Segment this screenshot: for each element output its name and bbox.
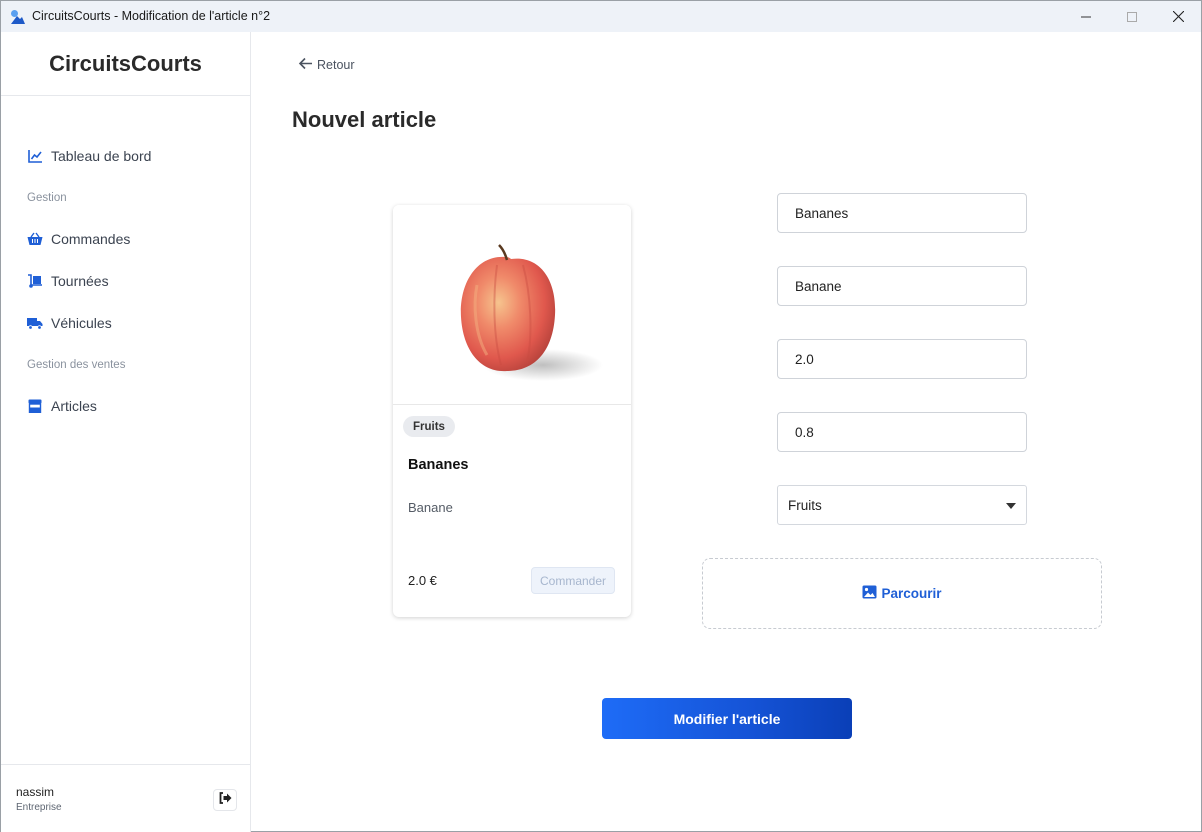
category-select[interactable]: Fruits [777, 485, 1027, 525]
sign-out-icon [219, 791, 232, 809]
caret-down-icon [1006, 503, 1016, 509]
card-description: Banane [408, 500, 453, 515]
card-price: 2.0 € [408, 573, 437, 588]
back-link[interactable]: Retour [298, 57, 355, 73]
name-field[interactable] [777, 193, 1027, 233]
basket-icon [27, 231, 43, 247]
chart-line-icon [27, 148, 43, 164]
logout-button[interactable] [213, 789, 237, 811]
article-image [393, 205, 631, 405]
browse-label: Parcourir [881, 586, 942, 601]
price-field[interactable] [777, 339, 1027, 379]
truck-icon [27, 315, 43, 331]
sidebar-item-dashboard[interactable]: Tableau de bord [27, 148, 151, 164]
sidebar-item-label: Véhicules [51, 315, 112, 331]
minimize-button[interactable] [1063, 1, 1109, 32]
image-icon [862, 585, 881, 602]
section-label-gestion: Gestion [27, 192, 67, 204]
close-button[interactable] [1155, 1, 1201, 32]
store-icon [27, 398, 43, 414]
sidebar-item-label: Tournées [51, 273, 109, 289]
dolly-icon [27, 273, 43, 289]
image-dropzone[interactable]: Parcourir [702, 558, 1102, 629]
sidebar-item-vehicles[interactable]: Véhicules [27, 315, 112, 331]
submit-button[interactable]: Modifier l'article [602, 698, 852, 739]
order-button[interactable]: Commander [531, 567, 615, 594]
maximize-button[interactable] [1109, 1, 1155, 32]
section-label-sales: Gestion des ventes [27, 359, 126, 371]
sidebar-item-label: Commandes [51, 231, 131, 247]
quantity-field[interactable] [777, 412, 1027, 452]
app-window: CircuitsCourts - Modification de l'artic… [0, 0, 1202, 832]
title-bar: CircuitsCourts - Modification de l'artic… [1, 1, 1201, 32]
user-panel: nassim Entreprise [1, 764, 250, 832]
sidebar-item-label: Tableau de bord [51, 148, 152, 164]
sidebar-item-label: Articles [51, 398, 97, 414]
sidebar-item-articles[interactable]: Articles [27, 398, 97, 414]
user-role: Entreprise [16, 802, 62, 813]
sidebar-item-rounds[interactable]: Tournées [27, 273, 109, 289]
back-label: Retour [317, 58, 355, 72]
window-title: CircuitsCourts - Modification de l'artic… [32, 9, 271, 23]
sidebar: CircuitsCourts Tableau de bord Gestion C… [1, 32, 251, 832]
browse-button[interactable]: Parcourir [862, 585, 942, 602]
sidebar-item-orders[interactable]: Commandes [27, 231, 130, 247]
brand-logo[interactable]: CircuitsCourts [1, 32, 250, 96]
page-title: Nouvel article [292, 107, 437, 132]
description-field[interactable] [777, 266, 1027, 306]
arrow-left-icon [298, 57, 317, 73]
app-icon [10, 9, 26, 25]
category-selected-value: Fruits [788, 497, 822, 513]
article-preview-card: Fruits Bananes Banane 2.0 € Commander [393, 205, 631, 617]
user-name: nassim [16, 785, 55, 799]
card-title: Bananes [408, 457, 469, 473]
category-badge: Fruits [403, 416, 455, 437]
